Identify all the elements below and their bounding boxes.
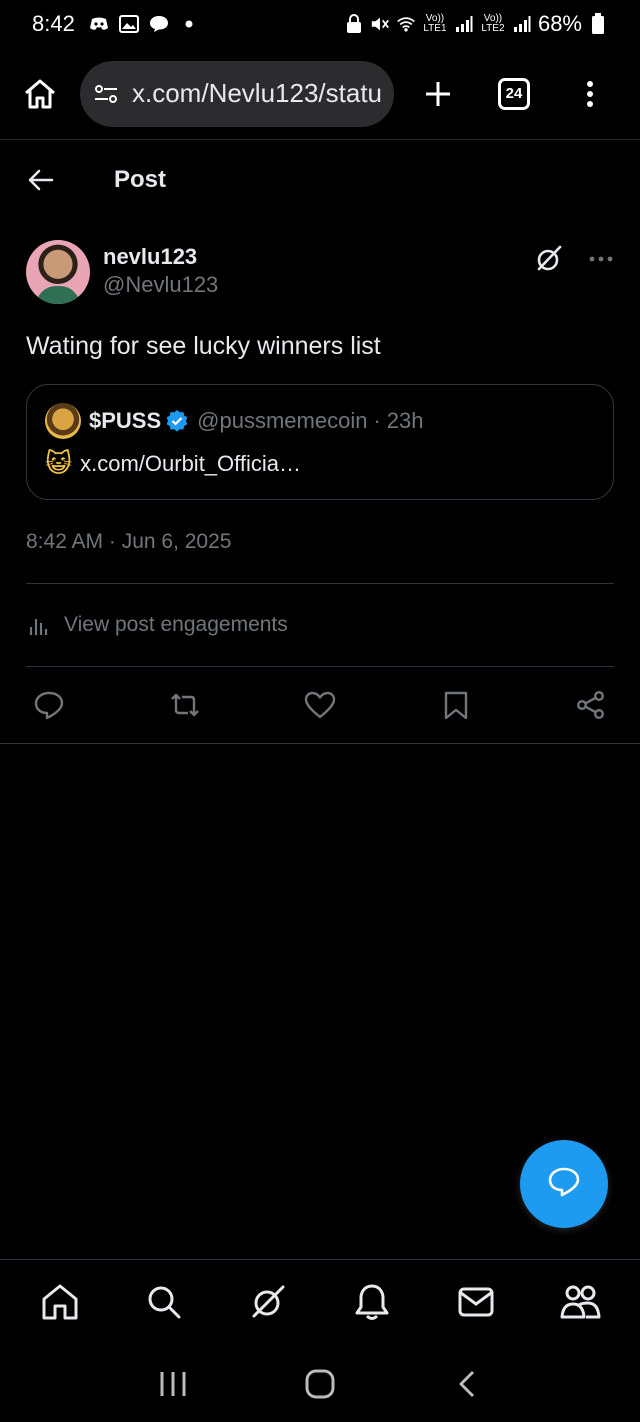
quote-separator: ·: [373, 408, 381, 433]
page-header: Post: [0, 141, 640, 219]
heart-icon[interactable]: [303, 688, 337, 722]
share-icon[interactable]: [574, 688, 608, 722]
analytics-icon: [28, 613, 52, 637]
tab-switcher-button[interactable]: 24: [498, 77, 530, 110]
reply-compose-button[interactable]: [520, 1140, 608, 1228]
author-actions: [534, 244, 614, 274]
notification-dot-icon: [179, 14, 199, 34]
repost-icon[interactable]: [168, 688, 202, 722]
author-row: nevlu123 @Nevlu123: [26, 240, 614, 304]
notifications-icon[interactable]: [350, 1280, 394, 1324]
battery-icon: [588, 13, 608, 34]
system-navigation: [0, 1346, 640, 1422]
wifi-icon: [396, 14, 416, 34]
sim1-label: Vo)) LTE1: [423, 13, 447, 34]
reply-plus-icon: [547, 1166, 581, 1203]
browser-home-icon[interactable]: [16, 70, 64, 118]
verified-badge-icon: [165, 409, 189, 433]
bottom-navigation: [0, 1259, 640, 1343]
home-icon[interactable]: [38, 1280, 82, 1324]
battery-percent: 68%: [537, 11, 582, 36]
more-horizontal-icon[interactable]: [588, 246, 614, 272]
author-display-name[interactable]: nevlu123: [103, 244, 218, 270]
engagements-label: View post engagements: [64, 613, 288, 636]
browser-menu-icon[interactable]: [578, 72, 602, 116]
recents-icon[interactable]: [153, 1364, 193, 1404]
reply-icon[interactable]: [32, 688, 66, 722]
chat-notification-icon: [149, 14, 169, 34]
signal-icon-2: [512, 14, 532, 34]
gallery-notification-icon: [118, 14, 139, 34]
signal-icon: [454, 14, 474, 34]
quoted-post-header: $PUSS @pussmemecoin · 23h: [45, 403, 595, 439]
discord-notification-icon: [89, 14, 109, 34]
sim2-label: Vo)) LTE2: [481, 13, 505, 34]
page-title: Post: [114, 166, 167, 193]
divider: [0, 743, 640, 744]
home-button-icon[interactable]: [300, 1364, 340, 1404]
lock-icon: [344, 14, 364, 34]
quoted-post[interactable]: $PUSS @pussmemecoin · 23h 😺 x.com/Ourbit…: [26, 384, 614, 500]
bookmark-icon[interactable]: [439, 688, 473, 722]
quote-display-name: $PUSS: [89, 408, 162, 433]
quote-time: 23h: [386, 408, 424, 433]
site-settings-icon[interactable]: [92, 80, 120, 108]
author-handle[interactable]: @Nevlu123: [103, 270, 218, 300]
quote-handle: @pussmemecoin: [197, 408, 368, 433]
search-icon[interactable]: [142, 1280, 186, 1324]
cat-emoji: 😺: [45, 449, 73, 479]
grok-icon[interactable]: [534, 244, 564, 274]
avatar[interactable]: [26, 240, 90, 304]
status-time: 8:42: [32, 11, 75, 36]
tab-count: 24: [505, 85, 523, 102]
grok-nav-icon[interactable]: [246, 1280, 290, 1324]
messages-icon[interactable]: [454, 1280, 498, 1324]
post-text: Wating for see lucky winners list: [26, 332, 381, 360]
mute-icon: [370, 14, 390, 34]
communities-icon[interactable]: [558, 1280, 602, 1324]
author-names: nevlu123 @Nevlu123: [103, 244, 218, 300]
post-actions: [26, 667, 614, 743]
post: nevlu123 @Nevlu123 Wating for see lucky …: [26, 240, 614, 743]
quote-link[interactable]: x.com/Ourbit_Officia…: [80, 451, 301, 477]
post-timestamp[interactable]: 8:42 AM · Jun 6, 2025: [26, 530, 614, 554]
address-bar[interactable]: x.com/Nevlu123/status: [80, 60, 394, 127]
view-engagements-link[interactable]: View post engagements: [26, 584, 614, 666]
new-tab-icon[interactable]: [416, 72, 460, 116]
quoted-post-body: 😺 x.com/Ourbit_Officia…: [45, 449, 595, 479]
status-bar: 8:42 Vo)) LTE1 Vo)) LTE2 68%: [0, 0, 640, 48]
back-arrow-icon[interactable]: [26, 165, 56, 195]
quote-avatar: [45, 403, 81, 439]
system-back-icon[interactable]: [447, 1364, 487, 1404]
browser-toolbar: x.com/Nevlu123/status 24: [0, 48, 640, 140]
url-text[interactable]: x.com/Nevlu123/status: [132, 78, 382, 109]
